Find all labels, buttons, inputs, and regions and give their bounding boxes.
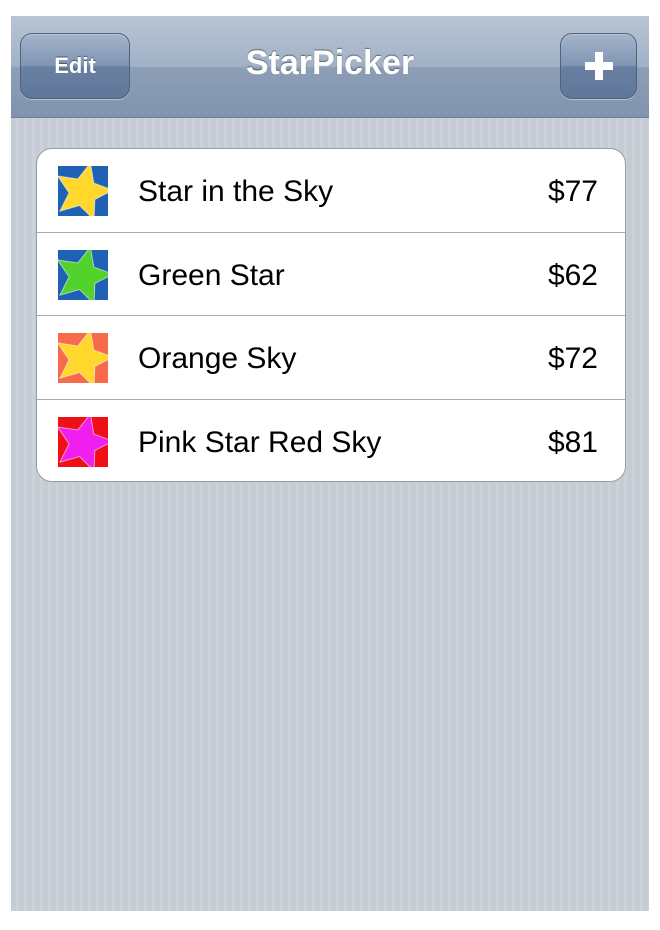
table-row[interactable]: Star in the Sky $77 (37, 149, 625, 233)
app-screen: Edit StarPicker Star in the Sky $77 Gree… (11, 16, 649, 911)
star-price: $77 (547, 175, 598, 208)
star-name: Orange Sky (138, 342, 297, 375)
navigation-bar: Edit StarPicker (11, 16, 649, 118)
star-name: Star in the Sky (138, 175, 334, 208)
pink-star-red-sky-icon (58, 416, 108, 467)
page-title: StarPicker (245, 44, 415, 82)
star-price: $72 (547, 342, 598, 375)
star-price: $81 (547, 425, 598, 459)
star-price: $62 (547, 258, 598, 292)
table-row[interactable]: Pink Star Red Sky $81 (37, 400, 625, 482)
add-button[interactable] (560, 33, 637, 99)
stars-table: Star in the Sky $77 Green Star $62 Orang… (36, 148, 626, 482)
yellow-star-orange-sky-icon (58, 333, 108, 383)
table-row[interactable]: Green Star $62 (37, 233, 625, 316)
star-name: Pink Star Red Sky (138, 425, 382, 459)
yellow-star-blue-sky-icon (58, 166, 108, 216)
green-star-blue-sky-icon (58, 249, 108, 300)
table-row[interactable]: Orange Sky $72 (37, 316, 625, 400)
star-name: Green Star (138, 258, 285, 292)
plus-icon (584, 52, 613, 80)
